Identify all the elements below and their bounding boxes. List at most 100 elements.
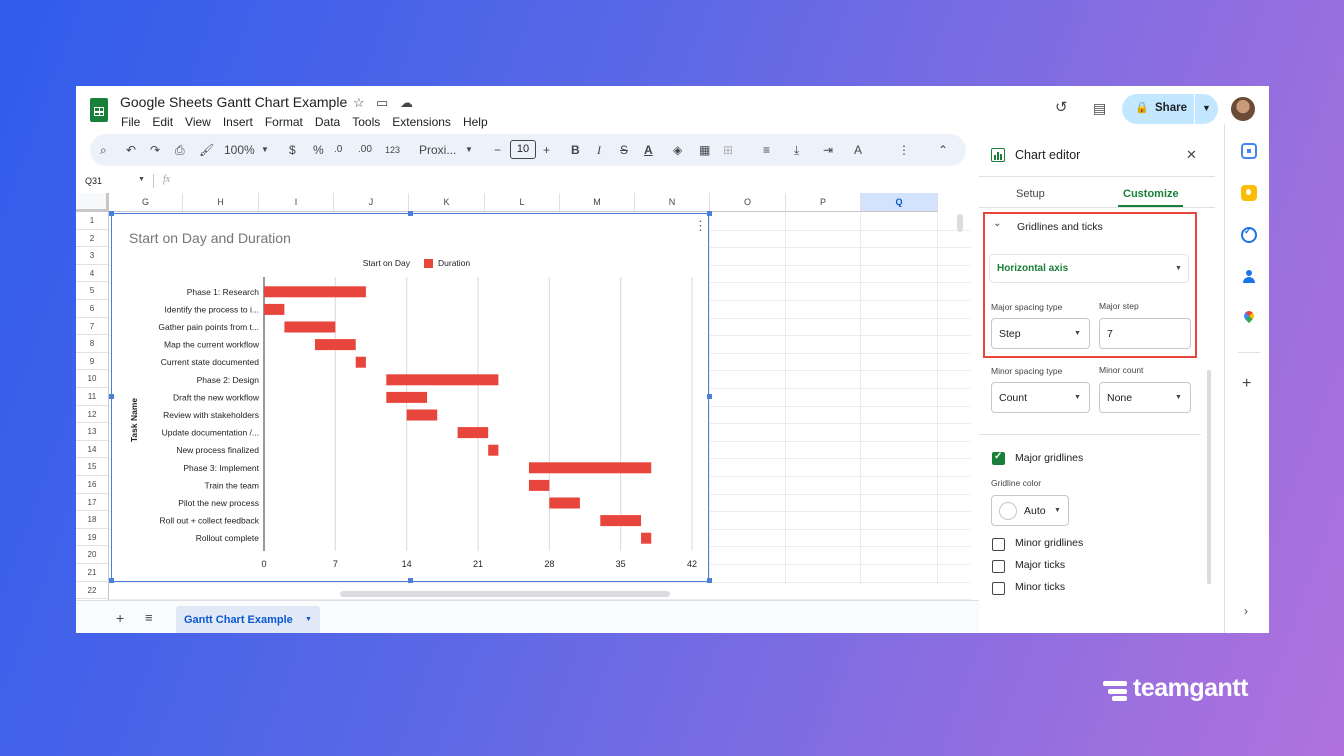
merge-cells-icon[interactable]: ⊞	[723, 142, 733, 158]
menu-data[interactable]: Data	[315, 115, 340, 129]
vertical-align-icon[interactable]: ⤓	[794, 142, 799, 158]
resize-handle-tl[interactable]	[109, 211, 114, 216]
maps-icon[interactable]	[1241, 308, 1257, 327]
more-options-icon[interactable]: ⋮	[898, 142, 910, 158]
font-select[interactable]: Proxi...	[419, 142, 456, 158]
horizontal-align-icon[interactable]: ≡	[763, 142, 770, 158]
increase-decimal-button[interactable]: .00	[358, 142, 372, 158]
resize-handle-bl[interactable]	[109, 578, 114, 583]
all-sheets-icon[interactable]: ≡	[145, 610, 153, 625]
zoom-dropdown-icon[interactable]: ▼	[261, 142, 269, 158]
resize-handle-bm[interactable]	[408, 578, 413, 583]
share-button[interactable]: 🔒 Share ▼	[1122, 94, 1218, 124]
increase-font-size-icon[interactable]: +	[543, 142, 550, 158]
decrease-decimal-button[interactable]: .0	[334, 142, 342, 158]
resize-handle-tm[interactable]	[408, 211, 413, 216]
column-header-g[interactable]: G	[109, 193, 183, 212]
text-rotation-icon[interactable]: A	[854, 142, 862, 158]
keep-icon[interactable]	[1241, 185, 1257, 201]
document-title[interactable]: Google Sheets Gantt Chart Example	[120, 94, 347, 110]
fill-color-icon[interactable]: ◈	[673, 142, 682, 158]
text-wrapping-icon[interactable]: ⇥	[823, 142, 833, 158]
row-header-18[interactable]: 18	[76, 511, 109, 529]
get-addons-icon[interactable]: +	[1242, 375, 1251, 393]
panel-scrollbar-thumb[interactable]	[1207, 370, 1211, 584]
vertical-scrollbar-thumb[interactable]	[957, 214, 963, 232]
sheet-tab-gantt[interactable]: Gantt Chart Example ▼	[176, 606, 320, 633]
comments-icon[interactable]: ▤	[1093, 100, 1106, 116]
row-header-20[interactable]: 20	[76, 546, 109, 564]
row-header-10[interactable]: 10	[76, 370, 109, 388]
row-header-11[interactable]: 11	[76, 388, 109, 406]
minor-count-select[interactable]: None ▼	[1099, 382, 1191, 413]
sheet-tab-dropdown-icon[interactable]: ▼	[305, 616, 312, 623]
strikethrough-icon[interactable]: S	[620, 142, 628, 158]
row-header-5[interactable]: 5	[76, 282, 109, 300]
major-ticks-checkbox[interactable]	[992, 560, 1005, 573]
column-header-o[interactable]: O	[710, 193, 786, 212]
undo-icon[interactable]: ↶	[126, 142, 136, 158]
minor-spacing-select[interactable]: Count ▼	[991, 382, 1090, 413]
tasks-icon[interactable]: ✓	[1241, 226, 1257, 243]
font-dropdown-icon[interactable]: ▼	[465, 142, 473, 158]
menu-insert[interactable]: Insert	[223, 115, 253, 129]
name-box-dropdown-icon[interactable]: ▼	[138, 176, 145, 183]
share-dropdown-icon[interactable]: ▼	[1202, 103, 1211, 113]
row-header-19[interactable]: 19	[76, 528, 109, 547]
search-menus-icon[interactable]: ⌕	[100, 142, 107, 158]
major-gridlines-checkbox[interactable]: ✓	[992, 451, 1005, 465]
horizontal-scrollbar-thumb[interactable]	[340, 591, 670, 597]
row-header-8[interactable]: 8	[76, 335, 109, 353]
version-history-icon[interactable]: ↺	[1055, 100, 1068, 116]
column-header-h[interactable]: H	[183, 193, 259, 212]
row-header-14[interactable]: 14	[76, 440, 109, 459]
resize-handle-ml[interactable]	[109, 394, 114, 399]
column-header-k[interactable]: K	[409, 193, 485, 212]
menu-edit[interactable]: Edit	[152, 115, 173, 129]
row-header-1[interactable]: 1	[76, 212, 109, 230]
paint-format-icon[interactable]: 🖌	[199, 142, 214, 158]
column-header-j[interactable]: J	[334, 193, 409, 212]
row-header-2[interactable]: 2	[76, 229, 109, 248]
row-header-13[interactable]: 13	[76, 423, 109, 441]
tab-setup[interactable]: Setup	[1016, 188, 1045, 200]
resize-handle-br[interactable]	[707, 578, 712, 583]
row-header-15[interactable]: 15	[76, 458, 109, 476]
tab-customize[interactable]: Customize	[1123, 188, 1179, 200]
select-all-corner[interactable]	[76, 193, 109, 212]
resize-handle-mr[interactable]	[707, 394, 712, 399]
borders-icon[interactable]: ▦	[699, 142, 710, 158]
menu-tools[interactable]: Tools	[352, 115, 380, 129]
close-icon[interactable]: ✕	[1186, 147, 1197, 163]
column-header-i[interactable]: I	[259, 193, 334, 212]
major-spacing-select[interactable]: Step ▼	[991, 318, 1090, 349]
row-header-3[interactable]: 3	[76, 247, 109, 265]
column-header-l[interactable]: L	[485, 193, 560, 212]
font-size-input[interactable]: 10	[510, 140, 536, 159]
row-header-22[interactable]: 22	[76, 581, 109, 600]
cloud-status-icon[interactable]: ☁	[400, 95, 413, 111]
row-header-12[interactable]: 12	[76, 405, 109, 424]
axis-select[interactable]: Horizontal axis ▼	[989, 254, 1189, 283]
minor-gridlines-checkbox[interactable]	[992, 538, 1005, 551]
text-color-icon[interactable]: A	[644, 142, 653, 158]
column-header-p[interactable]: P	[786, 193, 861, 212]
row-header-4[interactable]: 4	[76, 264, 109, 283]
formula-input[interactable]	[182, 174, 952, 189]
menu-view[interactable]: View	[185, 115, 211, 129]
avatar[interactable]	[1231, 97, 1255, 121]
row-header-17[interactable]: 17	[76, 493, 109, 512]
chevron-down-icon[interactable]: ⌄	[993, 218, 1001, 229]
row-header-16[interactable]: 16	[76, 476, 109, 494]
name-box[interactable]: Q31	[85, 176, 102, 186]
row-header-6[interactable]: 6	[76, 300, 109, 318]
italic-button[interactable]: I	[597, 142, 601, 158]
column-header-m[interactable]: M	[560, 193, 635, 212]
redo-icon[interactable]: ↷	[150, 142, 160, 158]
menu-extensions[interactable]: Extensions	[392, 115, 451, 129]
row-header-9[interactable]: 9	[76, 352, 109, 371]
zoom-select[interactable]: 100%	[224, 142, 255, 158]
format-currency-button[interactable]: $	[289, 142, 296, 158]
gridline-color-select[interactable]: Auto ▼	[991, 495, 1069, 526]
major-step-input[interactable]: 7	[1099, 318, 1191, 349]
